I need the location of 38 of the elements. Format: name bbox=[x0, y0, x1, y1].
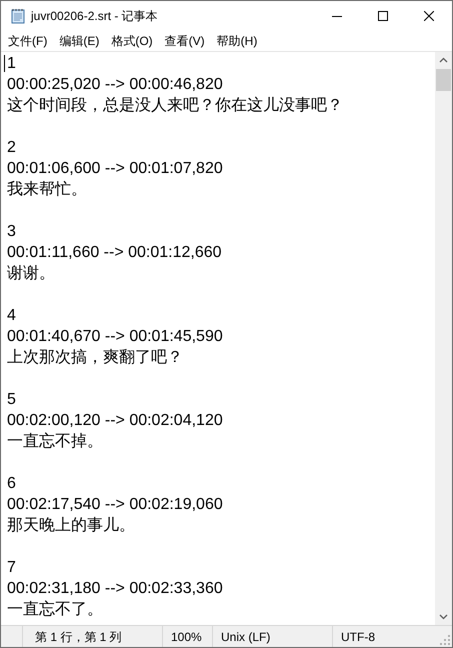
subtitle-timestamp: 00:02:00,120 --> 00:02:04,120 bbox=[7, 411, 223, 431]
subtitle-index: 5 bbox=[7, 390, 16, 410]
subtitle-index: 4 bbox=[7, 306, 16, 326]
menu-item[interactable]: 查看(V) bbox=[160, 32, 210, 50]
notepad-icon bbox=[10, 8, 26, 24]
subtitle-timestamp: 00:01:40,670 --> 00:01:45,590 bbox=[7, 327, 223, 347]
menu-item[interactable]: 编辑(E) bbox=[54, 32, 104, 50]
line-ending: Unix (LF) bbox=[221, 628, 270, 646]
subtitle-text: 一直忘不了。 bbox=[7, 599, 103, 620]
subtitle-index: 6 bbox=[7, 474, 16, 494]
subtitle-timestamp: 00:01:11,660 --> 00:01:12,660 bbox=[7, 243, 222, 263]
menu-item[interactable]: 帮助(H) bbox=[212, 32, 262, 50]
subtitle-index: 2 bbox=[7, 138, 16, 158]
subtitle-timestamp: 00:02:17,540 --> 00:02:19,060 bbox=[7, 495, 223, 515]
close-icon bbox=[424, 11, 434, 21]
resize-grip-icon[interactable] bbox=[440, 635, 450, 645]
subtitle-index: 7 bbox=[7, 558, 16, 578]
zoom-level: 100% bbox=[171, 628, 202, 646]
subtitle-text: 上次那次搞，爽翻了吧？ bbox=[7, 348, 183, 368]
subtitle-text: 谢谢。 bbox=[7, 264, 55, 284]
maximize-icon bbox=[378, 11, 388, 21]
subtitle-text: 这个时间段，总是没人来吧？你在这儿没事吧？ bbox=[7, 96, 343, 116]
cursor-position: 第 1 行，第 1 列 bbox=[35, 628, 122, 646]
scrollbar[interactable] bbox=[435, 52, 452, 625]
subtitle-timestamp: 00:00:25,020 --> 00:00:46,820 bbox=[7, 75, 223, 95]
subtitle-index: 1 bbox=[7, 54, 16, 74]
subtitle-text: 那天晚上的事儿。 bbox=[7, 516, 135, 536]
subtitle-timestamp: 00:01:06,600 --> 00:01:07,820 bbox=[7, 159, 223, 179]
menu-item[interactable]: 格式(O) bbox=[106, 32, 158, 50]
encoding: UTF-8 bbox=[341, 628, 375, 646]
menu-item[interactable]: 文件(F) bbox=[3, 32, 52, 50]
subtitle-text: 我来帮忙。 bbox=[7, 180, 87, 200]
scroll-thumb[interactable] bbox=[436, 69, 451, 91]
window-title: juvr00206-2.srt - 记事本 bbox=[31, 8, 158, 25]
subtitle-text: 一直忘不掉。 bbox=[7, 431, 103, 452]
text-cursor bbox=[4, 55, 5, 72]
subtitle-timestamp: 00:02:31,180 --> 00:02:33,360 bbox=[7, 579, 223, 599]
subtitle-index: 3 bbox=[7, 222, 16, 242]
